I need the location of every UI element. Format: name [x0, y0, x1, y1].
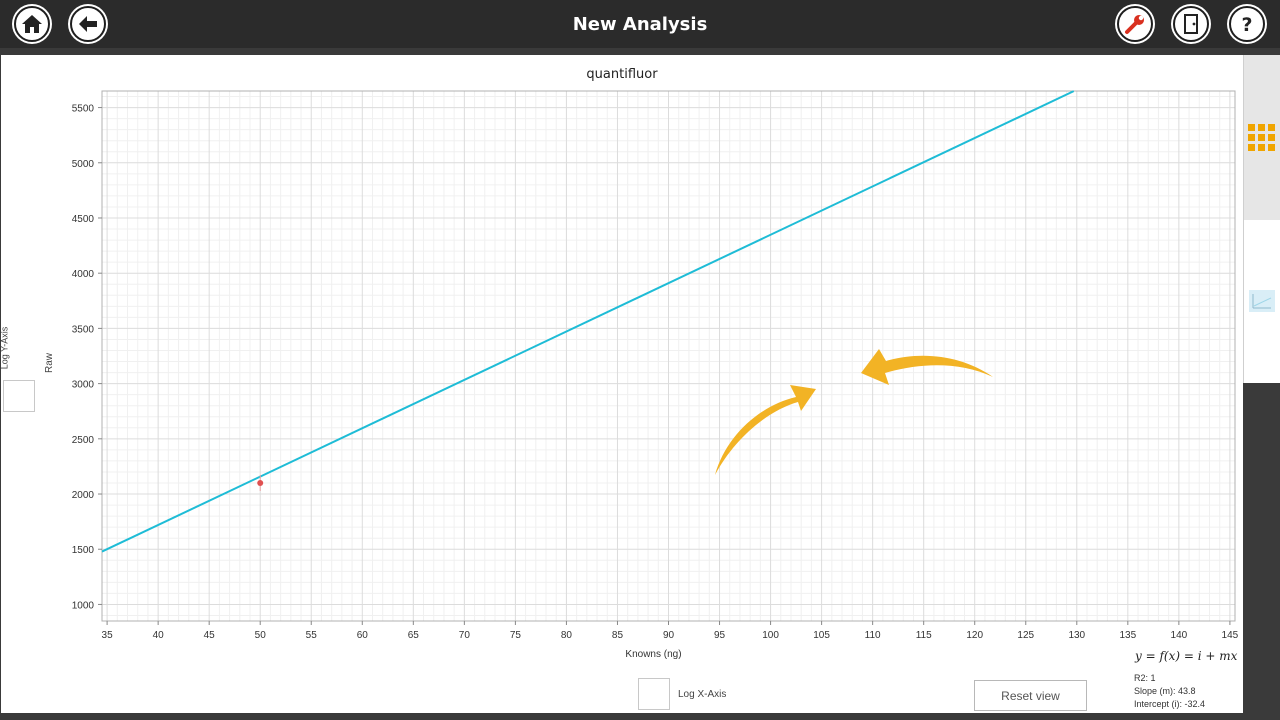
- door-exit-icon: [1184, 14, 1198, 34]
- x-tick-label: 100: [762, 630, 779, 641]
- x-axis-title: Knowns (ng): [625, 649, 682, 660]
- top-bar: New Analysis ?: [0, 0, 1280, 48]
- grid-icon: [1248, 124, 1275, 151]
- wrench-icon: [1125, 15, 1144, 34]
- x-tick-label: 35: [102, 630, 114, 641]
- x-tick-label: 95: [714, 630, 726, 641]
- y-tick-label: 3000: [72, 380, 95, 391]
- x-tick-label: 55: [306, 630, 318, 641]
- svg-text:?: ?: [1241, 14, 1252, 36]
- side-tab-chart[interactable]: [1243, 220, 1280, 383]
- y-tick-label: 2500: [72, 435, 95, 446]
- log-y-axis-label: Log Y-Axis: [0, 326, 10, 370]
- x-tick-label: 45: [204, 630, 216, 641]
- x-tick-label: 70: [459, 630, 471, 641]
- x-tick-label: 115: [916, 630, 932, 641]
- chart-thumbnail-icon: [1249, 290, 1275, 312]
- help-icon: ?: [1241, 14, 1252, 36]
- x-tick-label: 105: [813, 630, 830, 641]
- x-tick-label: 85: [612, 630, 624, 641]
- x-tick-label: 65: [408, 630, 420, 641]
- x-tick-label: 145: [1222, 630, 1239, 641]
- exit-button[interactable]: [1173, 6, 1209, 42]
- x-tick-label: 130: [1068, 630, 1085, 641]
- fit-stats: R2: 1 Slope (m): 43.8 Intercept (i): -32…: [1134, 672, 1205, 711]
- intercept-value: Intercept (i): -32.4: [1134, 699, 1206, 709]
- y-tick-label: 4000: [72, 269, 95, 280]
- log-y-axis-checkbox[interactable]: [3, 380, 35, 412]
- y-tick-label: 1000: [72, 600, 95, 611]
- x-tick-label: 40: [153, 630, 165, 641]
- fit-equation: y = f(x) = i + mx: [1135, 649, 1238, 663]
- y-tick-label: 5500: [72, 104, 95, 115]
- annotation-arrows: [715, 349, 993, 475]
- arrow-left: [861, 349, 993, 385]
- settings-button[interactable]: [1117, 6, 1153, 42]
- y-tick-label: 1500: [72, 545, 95, 556]
- y-axis-title: Raw: [44, 352, 55, 373]
- help-button[interactable]: ?: [1229, 6, 1265, 42]
- page-title: New Analysis: [572, 14, 708, 35]
- log-x-axis-checkbox[interactable]: [638, 678, 670, 710]
- log-x-axis-label: Log X-Axis: [678, 689, 727, 700]
- x-tick-label: 80: [561, 630, 573, 641]
- chart-panel: quantifluor 35 40 45 50 55 60 65 70 75 80 85 90 95 10…: [0, 55, 1243, 713]
- x-tick-label: 50: [255, 630, 267, 641]
- x-tick-label: 120: [966, 630, 983, 641]
- data-point: [257, 479, 264, 486]
- x-tick-label: 140: [1171, 630, 1188, 641]
- y-tick-label: 3500: [72, 324, 95, 335]
- r2-value: R2: 1: [1134, 673, 1156, 683]
- x-tick-label: 75: [510, 630, 522, 641]
- x-tick-label: 110: [865, 630, 881, 641]
- x-tick-label: 60: [357, 630, 369, 641]
- side-panel: [1243, 55, 1280, 383]
- side-tab-grid[interactable]: [1243, 55, 1280, 220]
- x-tick-label: 135: [1119, 630, 1136, 641]
- y-tick-label: 4500: [72, 214, 95, 225]
- chart-area[interactable]: 35 40 45 50 55 60 65 70 75 80 85 90 95 100 105 110 115 12…: [1, 55, 1243, 713]
- y-tick-label: 2000: [72, 490, 95, 501]
- x-tick-label: 125: [1017, 630, 1034, 641]
- reset-view-button[interactable]: Reset view: [974, 680, 1087, 711]
- y-tick-label: 5000: [72, 159, 95, 170]
- slope-value: Slope (m): 43.8: [1134, 686, 1196, 696]
- x-tick-label: 90: [663, 630, 675, 641]
